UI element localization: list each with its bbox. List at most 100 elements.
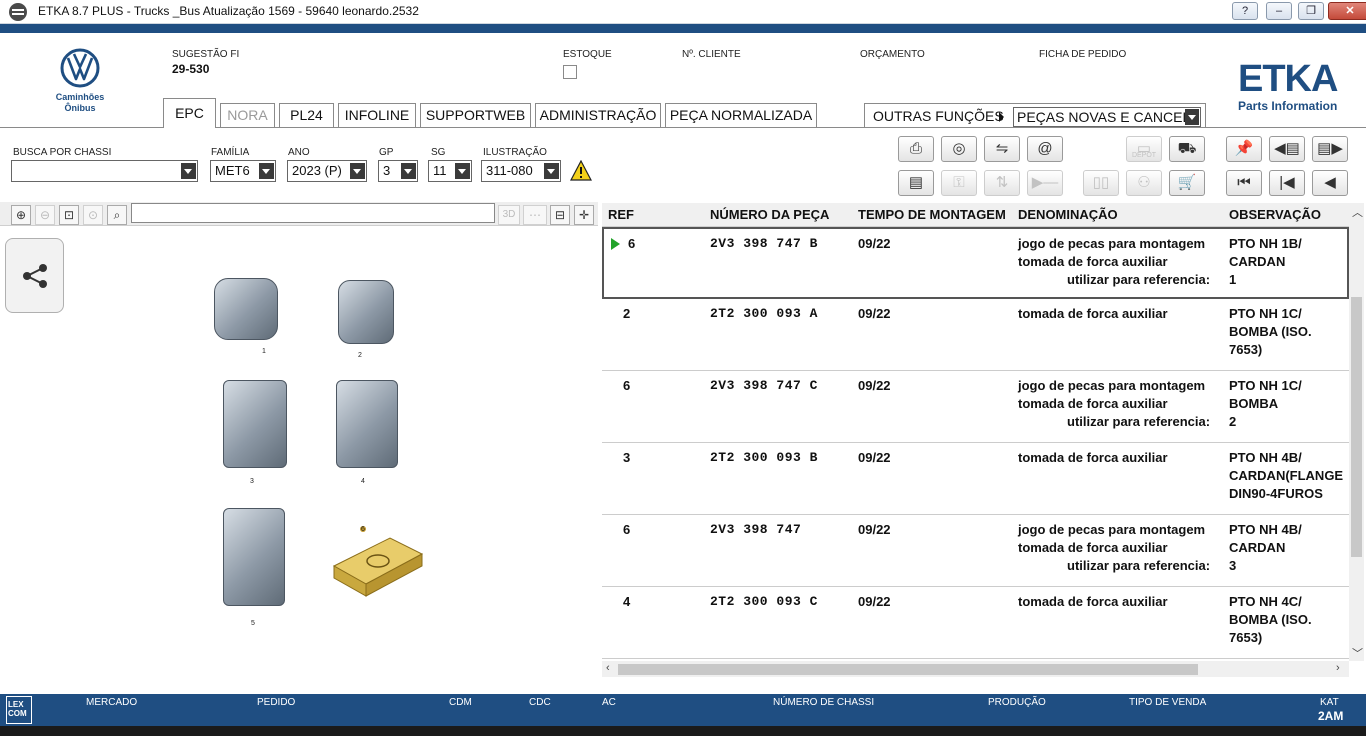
- table-row[interactable]: 2 2T2 300 093 A 09/22 tomada de forca au…: [602, 299, 1349, 371]
- list-view-icon[interactable]: ▤: [898, 170, 934, 196]
- cell-part-number[interactable]: 2T2 300 093 B: [710, 449, 818, 467]
- zoom-fit-icon[interactable]: ⊡: [59, 205, 79, 225]
- scroll-left-icon[interactable]: ‹: [606, 662, 610, 674]
- close-button[interactable]: ✕: [1328, 2, 1366, 20]
- part-drawing-2[interactable]: [338, 280, 394, 344]
- cart-transfer-icon[interactable]: ⛟: [1169, 136, 1205, 162]
- users-icon[interactable]: ⚇: [1126, 170, 1162, 196]
- chevron-down-icon[interactable]: [401, 163, 416, 179]
- horizontal-scroll-thumb[interactable]: [618, 664, 1198, 675]
- table-row[interactable]: 6 2V3 398 747 C 09/22 jogo de pecas para…: [602, 371, 1349, 443]
- tab-infoline[interactable]: INFOLINE: [338, 103, 416, 127]
- search-icon[interactable]: ⌕: [107, 205, 127, 225]
- gp-select[interactable]: 3: [378, 160, 418, 182]
- col-numero-header[interactable]: NÚMERO DA PEÇA: [710, 207, 829, 222]
- sg-label: SG: [431, 147, 446, 158]
- scroll-right-icon[interactable]: ›: [1336, 662, 1340, 674]
- col-observacao-header[interactable]: OBSERVAÇÃO: [1229, 207, 1321, 222]
- view-3d-button[interactable]: 3D: [498, 205, 520, 225]
- chevron-down-icon[interactable]: [350, 163, 365, 179]
- window-title: ETKA 8.7 PLUS - Trucks _Bus Atualização …: [38, 4, 419, 18]
- minimize-button[interactable]: ‒: [1266, 2, 1292, 20]
- part-drawing-1[interactable]: [214, 278, 278, 340]
- cell-denominacao-2: tomada de forca auxiliar: [1018, 396, 1168, 411]
- part-drawing-3[interactable]: [223, 380, 287, 468]
- handshake-icon[interactable]: ⇋: [984, 136, 1020, 162]
- ano-value: 2023 (P): [292, 163, 342, 178]
- first-icon[interactable]: ⏮: [1226, 170, 1262, 196]
- ano-select[interactable]: 2023 (P): [287, 160, 367, 182]
- share-button[interactable]: [5, 238, 64, 313]
- remove-icon[interactable]: ▶—: [1027, 170, 1063, 196]
- chevron-down-icon[interactable]: [1185, 109, 1199, 125]
- outras-funcoes-select[interactable]: PEÇAS NOVAS E CANCEL.: [1013, 107, 1201, 127]
- brand-subtitle-line1: Caminhões: [55, 92, 105, 102]
- chevron-down-icon[interactable]: [259, 163, 274, 179]
- table-row[interactable]: 6 2V3 398 747 B 09/22 jogo de pecas para…: [602, 227, 1349, 299]
- part-number-4: 4: [361, 478, 365, 485]
- col-ref-header[interactable]: REF: [608, 207, 634, 222]
- sg-select[interactable]: 11: [428, 160, 472, 182]
- split-view-icon[interactable]: ⊟: [550, 205, 570, 225]
- help-button[interactable]: ?: [1232, 2, 1258, 20]
- tab-nora[interactable]: NORA: [220, 103, 275, 127]
- col-tempo-header[interactable]: TEMPO DE MONTAGEM: [858, 207, 1006, 222]
- back-icon[interactable]: |◀: [1269, 170, 1305, 196]
- cell-part-number[interactable]: 2V3 398 747 B: [710, 235, 818, 253]
- tab-pl24[interactable]: PL24: [279, 103, 334, 127]
- illustration-search-input[interactable]: [131, 203, 495, 223]
- table-row[interactable]: 6 2V3 398 747 09/22 jogo de pecas para m…: [602, 515, 1349, 587]
- part-drawing-5[interactable]: [223, 508, 285, 606]
- table-row[interactable]: 4 2T2 300 093 C 09/22 tomada de forca au…: [602, 587, 1349, 659]
- scroll-up-icon[interactable]: ︿: [1352, 204, 1363, 220]
- ilustracao-select[interactable]: 311-080: [481, 160, 561, 182]
- cell-part-number[interactable]: 2V3 398 747 C: [710, 377, 818, 395]
- part-number-3: 3: [250, 478, 254, 485]
- part-drawing-4[interactable]: [336, 380, 398, 468]
- estoque-checkbox[interactable]: [563, 65, 577, 79]
- zoom-in-icon[interactable]: ⊕: [11, 205, 31, 225]
- grid-view-icon[interactable]: ⋯: [523, 205, 547, 225]
- familia-select[interactable]: MET6: [210, 160, 276, 182]
- cell-part-number[interactable]: 2T2 300 093 C: [710, 593, 818, 611]
- table-row[interactable]: 3 2T2 300 093 B 09/22 tomada de forca au…: [602, 443, 1349, 515]
- chevron-down-icon[interactable]: [544, 163, 559, 179]
- cart-icon[interactable]: 🛒: [1169, 170, 1205, 196]
- part-drawing-6-kit-box[interactable]: [330, 524, 424, 598]
- table-vertical-scrollbar[interactable]: ︿ ﹀: [1349, 203, 1364, 661]
- tab-epc[interactable]: EPC: [163, 98, 216, 128]
- gp-value: 3: [383, 163, 391, 178]
- chevron-down-icon[interactable]: [455, 163, 470, 179]
- transfer-icon[interactable]: ⇅: [984, 170, 1020, 196]
- zoom-reset-icon[interactable]: ⊙: [83, 205, 103, 225]
- chassi-search-input[interactable]: [11, 160, 198, 182]
- outras-funcoes-label: OUTRAS FUNÇÕES: [873, 108, 1004, 124]
- col-denominacao-header[interactable]: DENOMINAÇÃO: [1018, 207, 1118, 222]
- scroll-down-icon[interactable]: ﹀: [1352, 645, 1363, 661]
- tab-administracao[interactable]: ADMINISTRAÇÃO: [535, 103, 661, 127]
- previous-page-icon[interactable]: ◀▤: [1269, 136, 1305, 162]
- pin-icon[interactable]: 📌: [1226, 136, 1262, 162]
- compare-icon[interactable]: ▯▯: [1083, 170, 1119, 196]
- cell-denominacao-3: utilizar para referencia:: [1067, 272, 1211, 287]
- key-icon[interactable]: ⚿: [941, 170, 977, 196]
- app-menu-icon[interactable]: [9, 3, 27, 21]
- tab-supportweb[interactable]: SUPPORTWEB: [420, 103, 531, 127]
- warning-icon[interactable]: [570, 160, 592, 182]
- service-icon[interactable]: ◎: [941, 136, 977, 162]
- expand-icon[interactable]: ✛: [574, 205, 594, 225]
- next-page-icon[interactable]: ▤▶: [1312, 136, 1348, 162]
- zoom-out-icon[interactable]: ⊖: [35, 205, 55, 225]
- previous-icon[interactable]: ◀: [1312, 170, 1348, 196]
- table-horizontal-scrollbar[interactable]: ‹ ›: [602, 661, 1349, 677]
- cell-part-number[interactable]: 2V3 398 747: [710, 521, 801, 539]
- cell-part-number[interactable]: 2T2 300 093 A: [710, 305, 818, 323]
- footer-tipo-venda: TIPO DE VENDA: [1129, 697, 1207, 708]
- depot-icon[interactable]: ▭ DEPOT: [1126, 136, 1162, 162]
- contact-icon[interactable]: @: [1027, 136, 1063, 162]
- print-icon[interactable]: ⎙: [898, 136, 934, 162]
- tab-peca-normalizada[interactable]: PEÇA NORMALIZADA: [665, 103, 817, 127]
- chevron-down-icon[interactable]: [181, 163, 196, 179]
- vertical-scroll-thumb[interactable]: [1351, 297, 1362, 557]
- maximize-button[interactable]: ❐: [1298, 2, 1324, 20]
